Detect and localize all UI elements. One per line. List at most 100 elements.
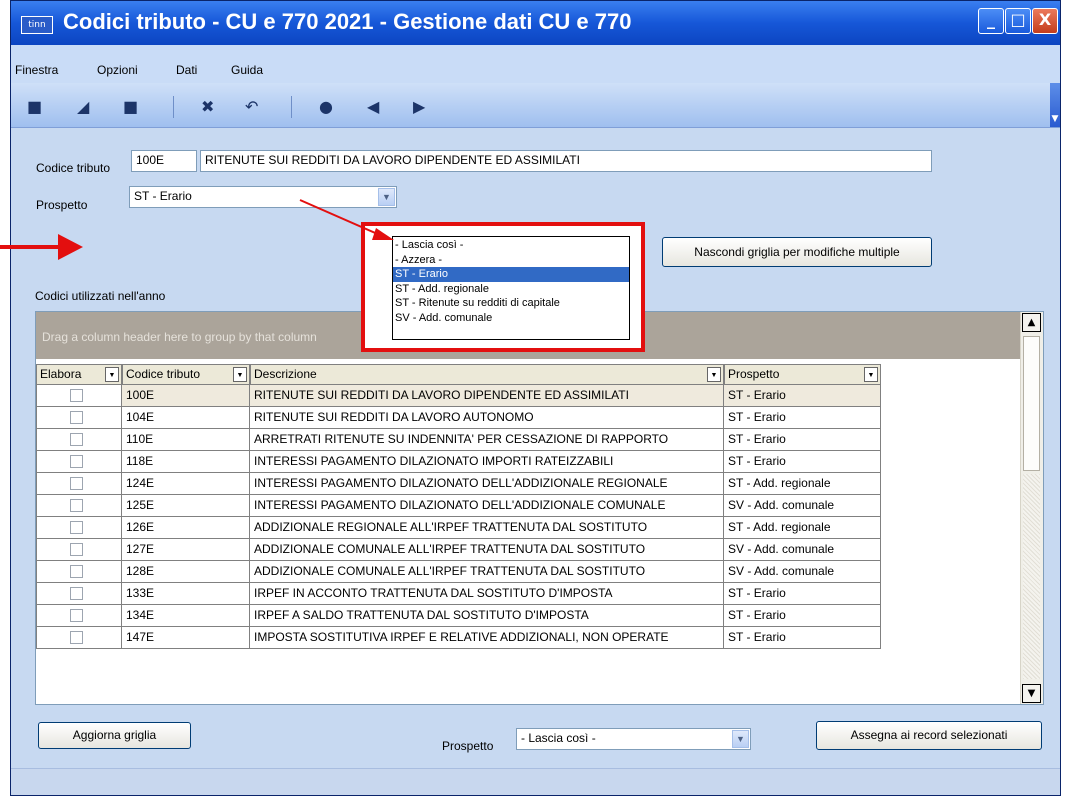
elabora-checkbox[interactable]	[70, 631, 83, 644]
toolbar-overflow-icon[interactable]: ▼	[1050, 83, 1060, 127]
filter-dropdown-icon[interactable]: ▼	[105, 367, 119, 382]
elabora-checkbox[interactable]	[70, 543, 83, 556]
minimize-button[interactable]: _	[978, 8, 1004, 34]
elabora-checkbox[interactable]	[70, 477, 83, 490]
column-header-codice[interactable]: Codice tributo ▼	[122, 364, 250, 385]
elabora-checkbox[interactable]	[70, 389, 83, 402]
table-row[interactable]: 104E RITENUTE SUI REDDITI DA LAVORO AUTON…	[36, 407, 904, 429]
delete-icon[interactable]: ✖	[201, 99, 214, 115]
table-row[interactable]: 125E INTERESSI PAGAMENTO DILAZIONATO DELL…	[36, 495, 904, 517]
scroll-down-icon[interactable]: ▼	[1022, 684, 1041, 703]
new-icon[interactable]: ■	[27, 99, 42, 115]
table-row[interactable]: 127E ADDIZIONALE COMUNALE ALL'IRPEF TRATT…	[36, 539, 904, 561]
table-row[interactable]: 118E INTERESSI PAGAMENTO DILAZIONATO IMPO…	[36, 451, 904, 473]
elabora-checkbox[interactable]	[70, 433, 83, 446]
dropdown-option[interactable]: - Lascia così -	[393, 238, 629, 253]
elabora-checkbox[interactable]	[70, 587, 83, 600]
scrollbar-track[interactable]	[1023, 474, 1040, 679]
prospetto-cell[interactable]: SV - Add. comunale	[724, 539, 881, 561]
elabora-checkbox[interactable]	[70, 499, 83, 512]
prospetto-cell[interactable]: ST - Erario	[724, 451, 881, 473]
codice-cell[interactable]: 134E	[122, 605, 250, 627]
filter-dropdown-icon[interactable]: ▼	[707, 367, 721, 382]
scrollbar-thumb[interactable]	[1023, 336, 1040, 471]
table-row[interactable]: 110E ARRETRATI RITENUTE SU INDENNITA' PER…	[36, 429, 904, 451]
table-row[interactable]: 134E IRPEF A SALDO TRATTENUTA DAL SOSTITU…	[36, 605, 904, 627]
bottom-prospetto-combobox[interactable]: - Lascia così - ▼	[516, 728, 751, 750]
descrizione-cell[interactable]: ADDIZIONALE COMUNALE ALL'IRPEF TRATTENUT…	[250, 539, 724, 561]
scroll-up-icon[interactable]: ▲	[1022, 313, 1041, 332]
elabora-checkbox[interactable]	[70, 411, 83, 424]
filter-dropdown-icon[interactable]: ▼	[233, 367, 247, 382]
save-icon[interactable]: ◢	[77, 99, 89, 115]
column-header-elabora[interactable]: Elabora ▼	[36, 364, 122, 385]
dropdown-option[interactable]: - Azzera -	[393, 253, 629, 268]
prospetto-dropdown-list[interactable]: - Lascia così -- Azzera - ST - Erario ST -…	[392, 236, 630, 340]
codice-cell[interactable]: 147E	[122, 627, 250, 649]
codice-cell[interactable]: 118E	[122, 451, 250, 473]
title-bar[interactable]: tinn Codici tributo - CU e 770 2021 - Ge…	[11, 1, 1060, 45]
forward-arrow-icon[interactable]: ▶	[413, 99, 425, 115]
descrizione-cell[interactable]: INTERESSI PAGAMENTO DILAZIONATO DELL'ADD…	[250, 473, 724, 495]
dropdown-option[interactable]: ST - Add. regionale	[393, 282, 629, 297]
descrizione-cell[interactable]: INTERESSI PAGAMENTO DILAZIONATO IMPORTI …	[250, 451, 724, 473]
close-button[interactable]: X	[1032, 8, 1058, 34]
descrizione-cell[interactable]: IRPEF A SALDO TRATTENUTA DAL SOSTITUTO D…	[250, 605, 724, 627]
codice-cell[interactable]: 110E	[122, 429, 250, 451]
dropdown-option[interactable]: SV - Add. comunale	[393, 311, 629, 326]
menu-guida[interactable]: Guida	[231, 63, 263, 77]
back-arrow-icon[interactable]: ◀	[367, 99, 379, 115]
prospetto-cell[interactable]: ST - Erario	[724, 605, 881, 627]
filter-dropdown-icon[interactable]: ▼	[864, 367, 878, 382]
table-row[interactable]: 100E RITENUTE SUI REDDITI DA LAVORO DIPEN…	[36, 385, 904, 407]
codice-tributo-field[interactable]: 100E	[131, 150, 197, 172]
assign-button[interactable]: Assegna ai record selezionati	[816, 721, 1042, 750]
prospetto-cell[interactable]: SV - Add. comunale	[724, 495, 881, 517]
table-row[interactable]: 133E IRPEF IN ACCONTO TRATTENUTA DAL SOST…	[36, 583, 904, 605]
prospetto-cell[interactable]: ST - Add. regionale	[724, 517, 881, 539]
menu-dati[interactable]: Dati	[176, 63, 197, 77]
elabora-checkbox[interactable]	[70, 521, 83, 534]
descrizione-cell[interactable]: ARRETRATI RITENUTE SU INDENNITA' PER CES…	[250, 429, 724, 451]
codice-cell[interactable]: 125E	[122, 495, 250, 517]
codice-cell[interactable]: 124E	[122, 473, 250, 495]
codice-cell[interactable]: 128E	[122, 561, 250, 583]
dropdown-option[interactable]: ST - Ritenute su redditi di capitale	[393, 296, 629, 311]
table-row[interactable]: 124E INTERESSI PAGAMENTO DILAZIONATO DELL…	[36, 473, 904, 495]
descrizione-cell[interactable]: INTERESSI PAGAMENTO DILAZIONATO DELL'ADD…	[250, 495, 724, 517]
descrizione-cell[interactable]: ADDIZIONALE REGIONALE ALL'IRPEF TRATTENU…	[250, 517, 724, 539]
codice-cell[interactable]: 100E	[122, 385, 250, 407]
table-row[interactable]: 126E ADDIZIONALE REGIONALE ALL'IRPEF TRAT…	[36, 517, 904, 539]
dropdown-option[interactable]: ST - Erario	[393, 267, 629, 282]
menu-finestra[interactable]: Finestra	[15, 63, 58, 77]
codice-cell[interactable]: 126E	[122, 517, 250, 539]
prospetto-cell[interactable]: ST - Erario	[724, 583, 881, 605]
vertical-scrollbar[interactable]: ▲ ▼	[1020, 312, 1043, 704]
chevron-down-icon[interactable]: ▼	[732, 730, 749, 748]
undo-icon[interactable]: ↶	[245, 99, 258, 115]
prospetto-cell[interactable]: ST - Erario	[724, 429, 881, 451]
prospetto-combobox[interactable]: ST - Erario ▼	[129, 186, 397, 208]
descrizione-cell[interactable]: IRPEF IN ACCONTO TRATTENUTA DAL SOSTITUT…	[250, 583, 724, 605]
elabora-checkbox[interactable]	[70, 455, 83, 468]
column-header-prospetto[interactable]: Prospetto ▼	[724, 364, 881, 385]
descrizione-cell[interactable]: RITENUTE SUI REDDITI DA LAVORO AUTONOMO	[250, 407, 724, 429]
search-icon[interactable]: ●	[319, 99, 333, 115]
table-row[interactable]: 128E ADDIZIONALE COMUNALE ALL'IRPEF TRATT…	[36, 561, 904, 583]
table-row[interactable]: 147E IMPOSTA SOSTITUTIVA IRPEF E RELATIVE…	[36, 627, 904, 649]
column-header-descrizione[interactable]: Descrizione ▼	[250, 364, 724, 385]
descrizione-field[interactable]: RITENUTE SUI REDDITI DA LAVORO DIPENDENT…	[200, 150, 932, 172]
prospetto-cell[interactable]: SV - Add. comunale	[724, 561, 881, 583]
stop-icon[interactable]: ■	[123, 99, 138, 115]
prospetto-cell[interactable]: ST - Erario	[724, 385, 881, 407]
hide-grid-button[interactable]: Nascondi griglia per modifiche multiple	[662, 237, 932, 267]
elabora-checkbox[interactable]	[70, 565, 83, 578]
chevron-down-icon[interactable]: ▼	[378, 188, 395, 206]
menu-opzioni[interactable]: Opzioni	[97, 63, 138, 77]
descrizione-cell[interactable]: RITENUTE SUI REDDITI DA LAVORO DIPENDENT…	[250, 385, 724, 407]
refresh-grid-button[interactable]: Aggiorna griglia	[38, 722, 191, 749]
prospetto-cell[interactable]: ST - Erario	[724, 407, 881, 429]
codice-cell[interactable]: 104E	[122, 407, 250, 429]
descrizione-cell[interactable]: IMPOSTA SOSTITUTIVA IRPEF E RELATIVE ADD…	[250, 627, 724, 649]
prospetto-cell[interactable]: ST - Add. regionale	[724, 473, 881, 495]
